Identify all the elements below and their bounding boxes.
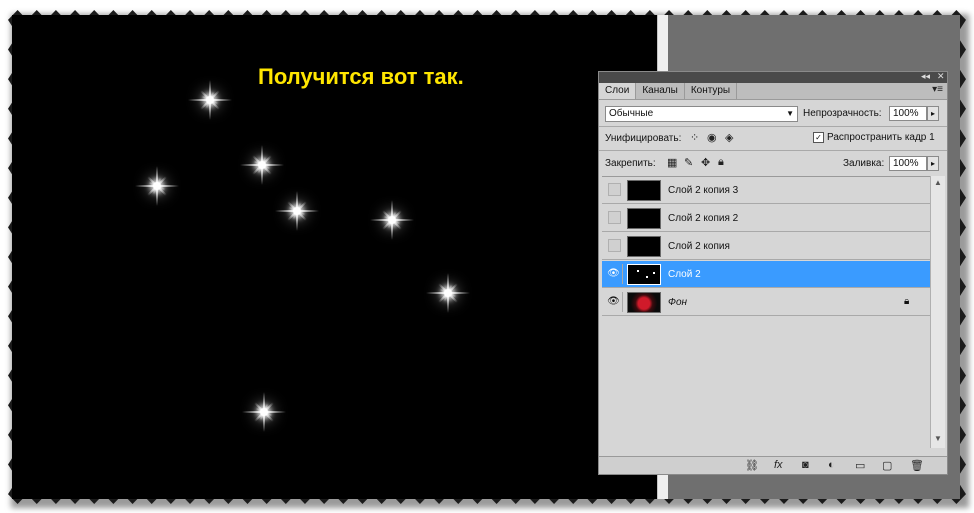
unify-position-icon[interactable]: ⁘ <box>690 131 699 144</box>
layer-row[interactable]: 👁︎ Фон 🔒︎ <box>602 289 930 316</box>
layer-name: Слой 2 копия 2 <box>668 213 739 224</box>
eye-icon[interactable]: 👁︎ <box>605 264 623 284</box>
layer-name: Фон <box>668 297 688 308</box>
blend-mode-select[interactable]: Обычные ▼ <box>605 106 798 122</box>
propagate-frame-checkbox[interactable]: ✓ Распространить кадр 1 <box>813 132 935 143</box>
propagate-label: Распространить кадр 1 <box>827 132 935 143</box>
opacity-slider-arrow-icon[interactable]: ▸ <box>927 106 939 121</box>
layer-row[interactable]: Слой 2 копия 2 <box>602 205 930 232</box>
layer-name: Слой 2 <box>668 269 701 280</box>
layer-thumbnail <box>627 236 661 257</box>
opacity-input[interactable]: 100% <box>889 106 927 121</box>
eye-icon[interactable]: 👁︎ <box>605 292 623 312</box>
fill-slider-arrow-icon[interactable]: ▸ <box>927 156 939 171</box>
scroll-up-icon[interactable]: ▲ <box>934 178 942 187</box>
adjustment-icon[interactable]: ◐ <box>828 459 835 471</box>
tab-paths[interactable]: Контуры <box>685 83 738 99</box>
panel-bottom-toolbar: ⛓︎ fx ◙ ◐ ▭ ▢ 🗑︎ <box>599 456 947 474</box>
folder-icon[interactable]: ▭ <box>855 459 865 472</box>
layers-scrollbar[interactable]: ▲ ▼ <box>930 176 945 448</box>
layers-list: Слой 2 копия 3 Слой 2 копия 2 Слой 2 коп… <box>602 176 930 447</box>
lock-transparency-icon[interactable]: ▦ <box>667 156 677 169</box>
panel-tabs: Слои Каналы Контуры ▾≡ <box>599 83 947 100</box>
lock-brush-icon[interactable]: ✎ <box>684 156 693 169</box>
layer-thumbnail <box>627 264 661 285</box>
layer-row[interactable]: Слой 2 копия 3 <box>602 177 930 204</box>
scroll-down-icon[interactable]: ▼ <box>934 434 942 443</box>
layer-thumbnail <box>627 180 661 201</box>
lock-move-icon[interactable]: ✥ <box>701 156 710 169</box>
layer-name: Слой 2 копия <box>668 241 730 252</box>
unify-visibility-icon[interactable]: ◉ <box>707 131 717 144</box>
mask-icon[interactable]: ◙ <box>802 459 809 471</box>
fill-input[interactable]: 100% <box>889 156 927 171</box>
layer-name: Слой 2 копия 3 <box>668 185 739 196</box>
caption-text: Получится вот так. <box>258 64 464 89</box>
layer-thumbnail <box>627 292 661 313</box>
new-layer-icon[interactable]: ▢ <box>882 459 892 472</box>
fill-label: Заливка: <box>843 158 885 169</box>
lock-icon: 🔒︎ <box>904 296 910 307</box>
layer-row-selected[interactable]: 👁︎ Слой 2 <box>602 261 930 288</box>
visibility-toggle[interactable] <box>608 211 621 224</box>
visibility-toggle[interactable] <box>608 183 621 196</box>
lock-all-icon[interactable]: 🔒︎ <box>718 156 724 169</box>
checkbox-icon: ✓ <box>813 132 824 143</box>
blend-mode-value: Обычные <box>609 108 654 119</box>
fx-icon[interactable]: fx <box>774 459 783 471</box>
layers-panel: ◂◂ ✕ Слои Каналы Контуры ▾≡ Обычные ▼ Не… <box>598 71 948 475</box>
panel-menu-icon[interactable]: ▾≡ <box>932 84 943 95</box>
opacity-label: Непрозрачность: <box>803 108 882 119</box>
tab-layers[interactable]: Слои <box>599 83 637 99</box>
link-icon[interactable]: ⛓︎ <box>745 459 759 472</box>
divider <box>599 126 947 127</box>
tab-channels[interactable]: Каналы <box>636 83 685 99</box>
visibility-toggle[interactable] <box>608 239 621 252</box>
divider <box>599 150 947 151</box>
unify-label: Унифицировать: <box>605 133 682 144</box>
trash-icon[interactable]: 🗑︎ <box>910 459 924 472</box>
close-icon[interactable]: ✕ <box>937 71 945 82</box>
layer-thumbnail <box>627 208 661 229</box>
layer-row[interactable]: Слой 2 копия <box>602 233 930 260</box>
unify-style-icon[interactable]: ◈ <box>725 131 733 144</box>
lock-label: Закрепить: <box>605 158 656 169</box>
chevron-down-icon: ▼ <box>786 109 794 118</box>
collapse-icon[interactable]: ◂◂ <box>921 71 930 82</box>
panel-title-bar[interactable]: ◂◂ ✕ <box>599 71 947 83</box>
